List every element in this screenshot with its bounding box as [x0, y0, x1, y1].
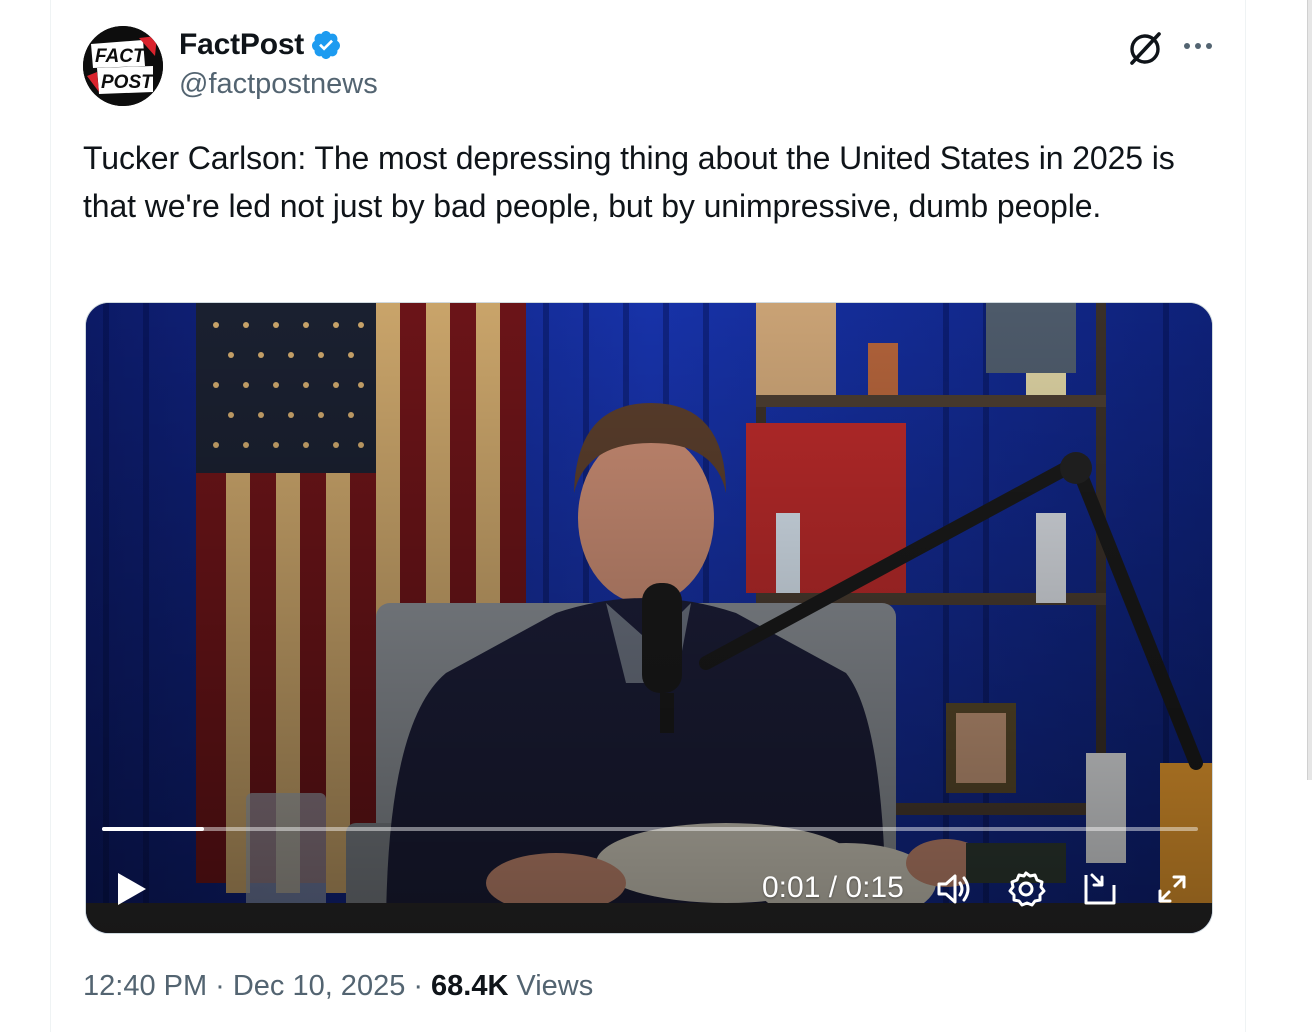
handle[interactable]: @factpostnews [179, 68, 378, 101]
author-name-row[interactable]: FactPost [179, 28, 342, 62]
grok-icon[interactable] [1125, 28, 1165, 68]
post-date[interactable]: Dec 10, 2025 [233, 970, 406, 1003]
volume-icon[interactable] [934, 869, 974, 909]
verified-badge-icon [310, 29, 342, 61]
video-progress-fill [102, 827, 204, 831]
settings-icon[interactable] [1006, 869, 1046, 909]
adjacent-window-edge [1307, 0, 1312, 780]
post-meta: 12:40 PM · Dec 10, 2025 · 68.4K Views [83, 970, 593, 1003]
video-frame [86, 303, 1212, 933]
more-icon[interactable] [1181, 36, 1215, 56]
post-card: FACT POST FactPost @factpostnews Tucker … [50, 0, 1246, 1032]
factpost-logo: FACT POST [83, 26, 163, 106]
avatar-text-fact: FACT [95, 46, 146, 67]
video-time: 0:01 / 0:15 [762, 871, 904, 904]
pip-icon[interactable] [1080, 869, 1120, 909]
post-time[interactable]: 12:40 PM [83, 970, 207, 1003]
views-count: 68.4K [431, 970, 509, 1002]
fullscreen-icon[interactable] [1152, 869, 1192, 909]
video-progress-bar[interactable] [102, 827, 1198, 831]
avatar[interactable]: FACT POST [83, 26, 163, 106]
meta-separator: · [215, 970, 225, 1002]
meta-separator: · [413, 970, 423, 1002]
display-name[interactable]: FactPost [179, 28, 304, 62]
avatar-text-post: POST [101, 72, 154, 93]
play-icon[interactable] [114, 869, 150, 909]
views-label: Views [516, 970, 594, 1002]
video-player[interactable]: 0:01 / 0:15 [85, 302, 1213, 934]
post-text: Tucker Carlson: The most depressing thin… [83, 140, 1175, 224]
